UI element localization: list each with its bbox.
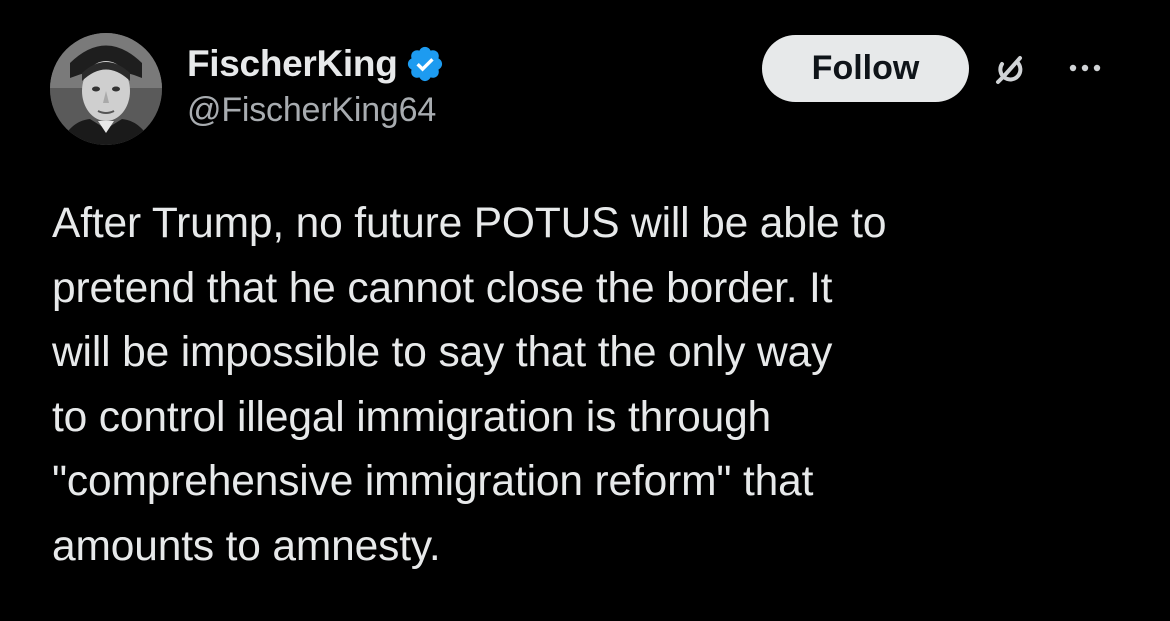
user-handle[interactable]: @FischerKing64 <box>187 91 445 130</box>
profile-photo-icon <box>50 33 162 145</box>
follow-button[interactable]: Follow <box>762 35 969 102</box>
tweet-header: FischerKing @FischerKing64 Follow <box>50 33 1130 148</box>
tweet-text: After Trump, no future POTUS will be abl… <box>52 200 887 570</box>
verified-badge-icon[interactable] <box>405 44 445 84</box>
display-name-row: FischerKing <box>187 39 445 89</box>
display-name[interactable]: FischerKing <box>187 43 398 85</box>
user-info: FischerKing @FischerKing64 <box>187 39 445 130</box>
more-icon[interactable] <box>1060 48 1110 88</box>
grok-icon[interactable] <box>990 48 1030 88</box>
tweet-card: FischerKing @FischerKing64 Follow After … <box>0 0 1170 621</box>
avatar[interactable] <box>50 33 162 145</box>
